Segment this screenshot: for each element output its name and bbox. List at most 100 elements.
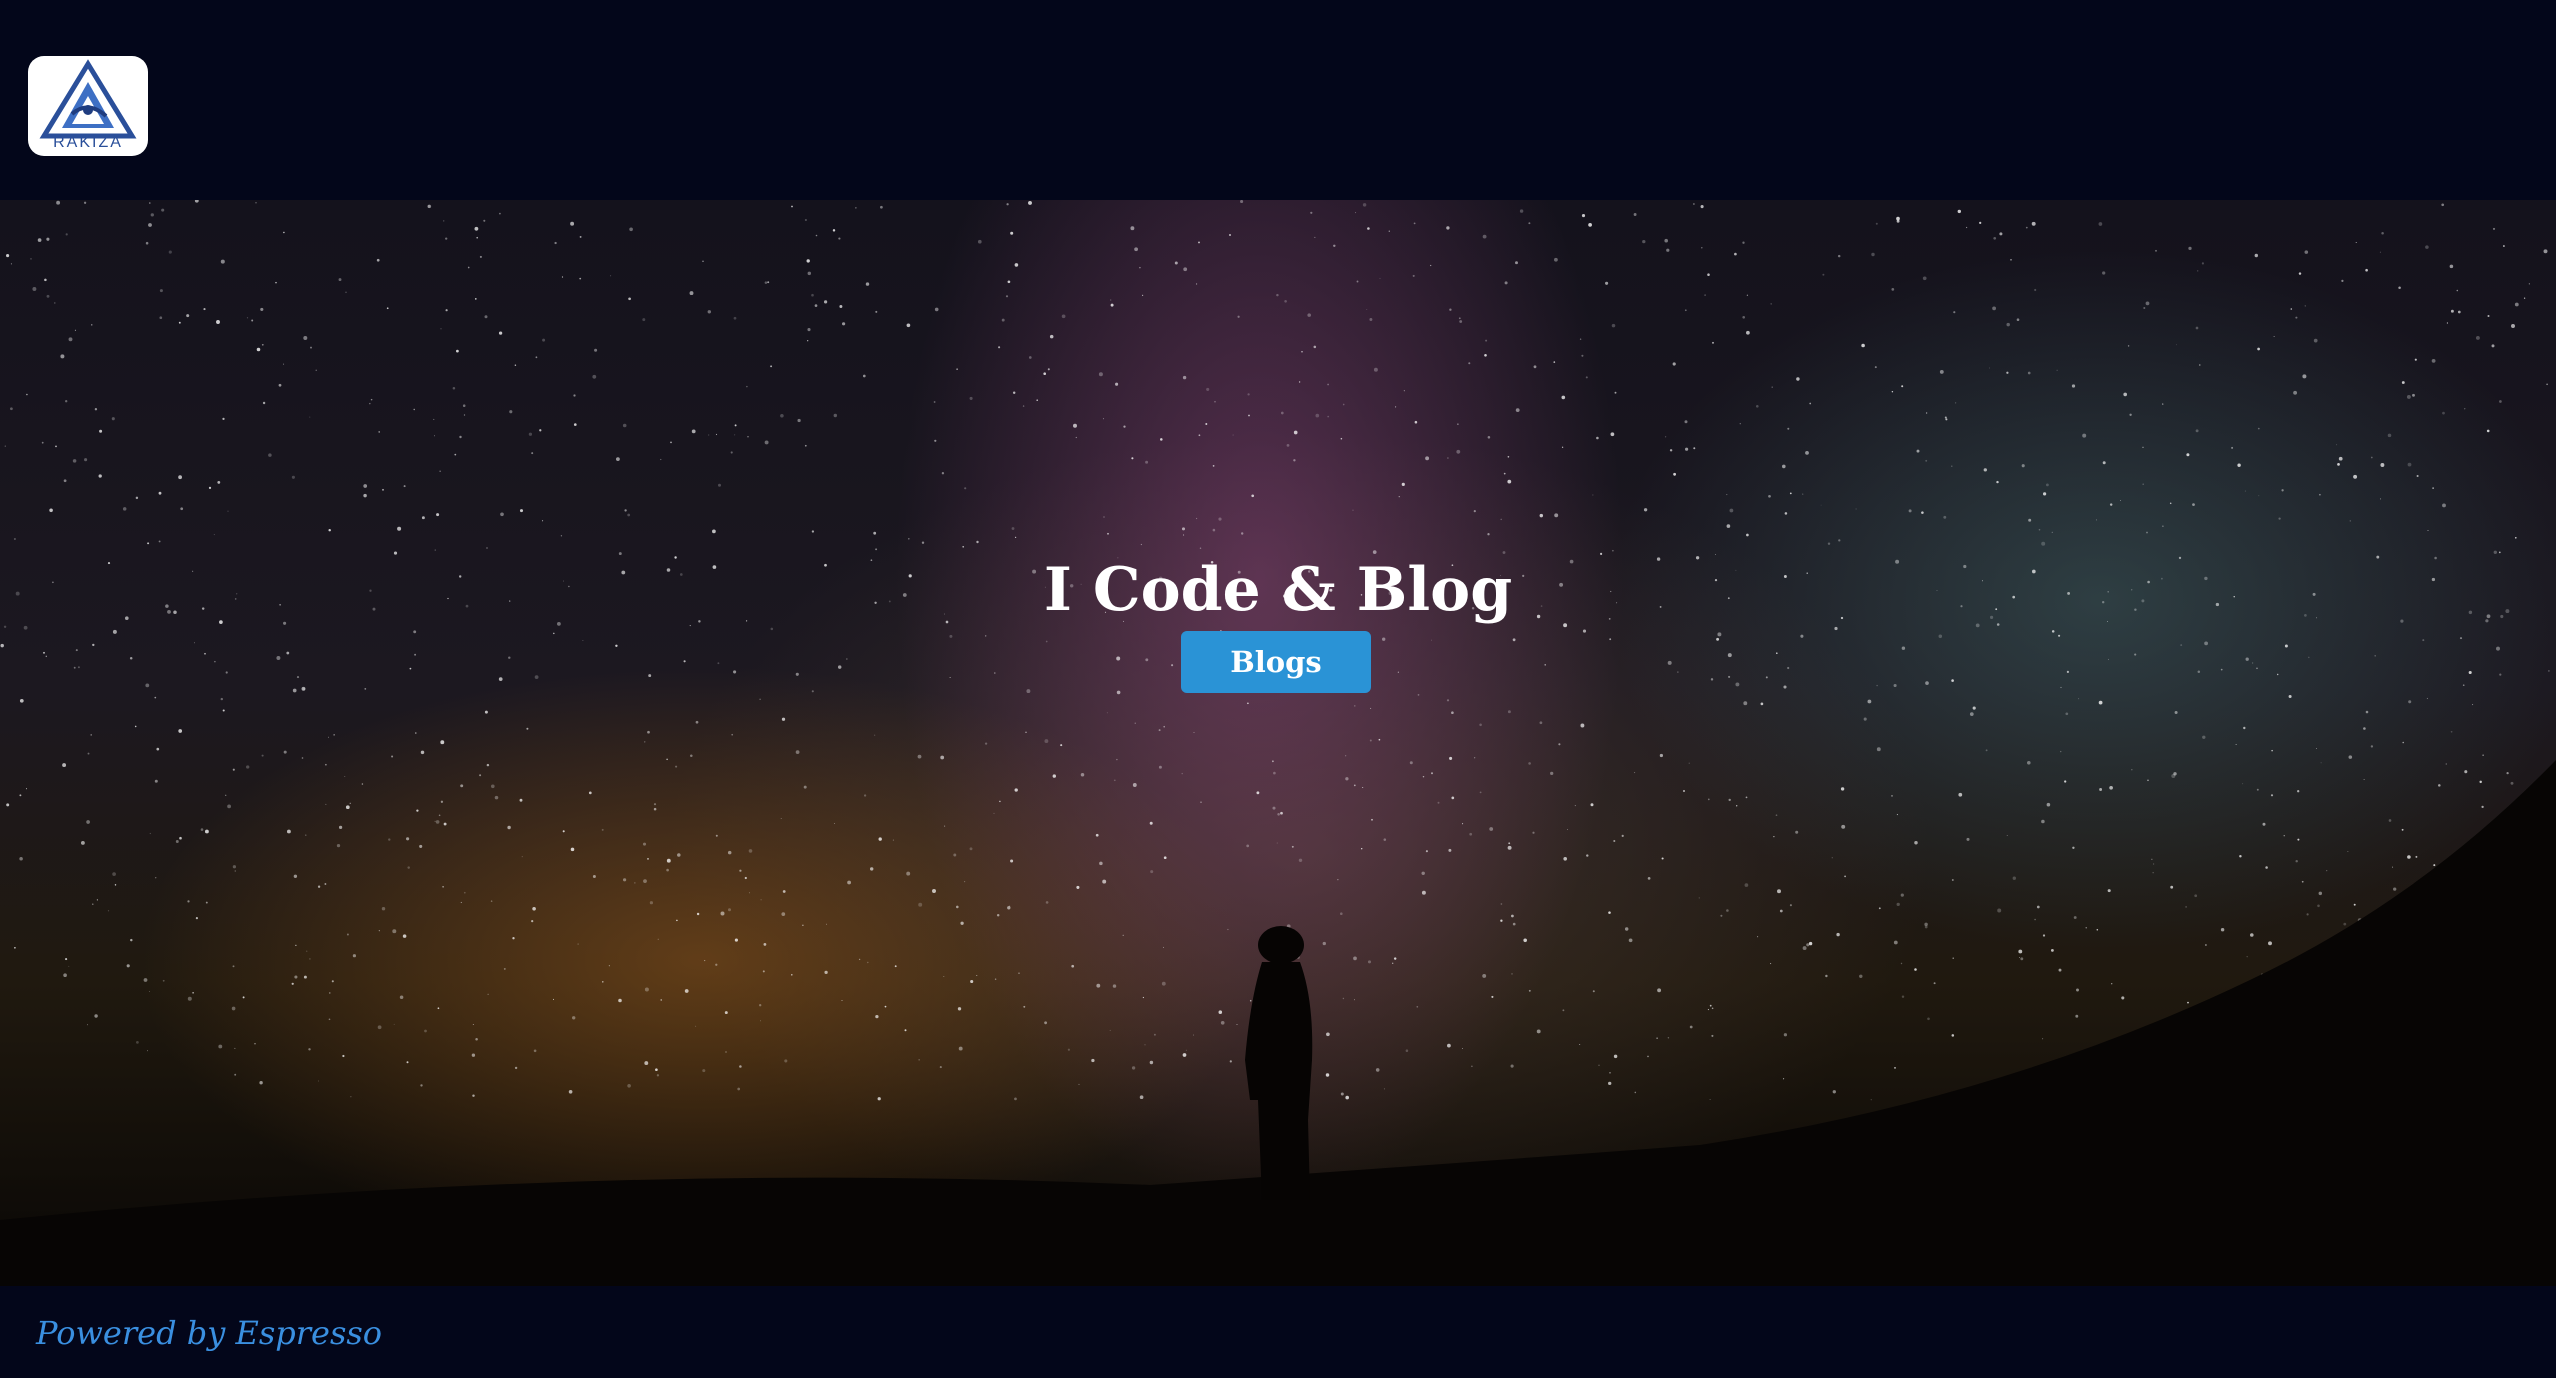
star (309, 958, 311, 960)
star (254, 1043, 256, 1045)
star (386, 307, 389, 310)
star (1140, 543, 1143, 546)
star (1409, 761, 1413, 765)
star (364, 687, 367, 690)
star (532, 907, 536, 911)
star (534, 675, 539, 679)
star (655, 1068, 658, 1072)
star (1158, 765, 1162, 769)
star (993, 812, 995, 814)
star (1972, 706, 1976, 710)
star (1196, 517, 1198, 520)
star (1500, 919, 1503, 922)
star (1355, 212, 1357, 214)
star (232, 865, 237, 869)
star (807, 328, 811, 332)
star (1838, 539, 1841, 542)
star (1471, 1065, 1473, 1068)
star (435, 820, 440, 824)
star (94, 408, 98, 411)
star (147, 542, 150, 545)
star (1284, 300, 1287, 303)
star (1014, 536, 1017, 539)
hero-section: I Code & Blog Blogs (0, 200, 2556, 1286)
star (41, 441, 44, 444)
site-logo[interactable]: RAKIZA (28, 56, 148, 156)
star (1080, 772, 1085, 777)
star (392, 929, 397, 934)
star (666, 868, 669, 872)
star (906, 871, 911, 876)
star (1011, 527, 1015, 530)
star (63, 479, 67, 483)
star (994, 672, 996, 674)
star (1664, 436, 1667, 438)
star (2459, 637, 2463, 640)
star (1272, 760, 1274, 763)
star (192, 992, 194, 994)
star (791, 974, 793, 976)
star (2379, 251, 2381, 253)
star (2006, 371, 2009, 374)
star (1045, 640, 1048, 643)
star (2085, 927, 2087, 929)
star (2235, 744, 2237, 746)
star (14, 946, 16, 949)
star (1726, 909, 1729, 912)
star (317, 1080, 320, 1082)
star (1145, 658, 1149, 662)
star (1310, 211, 1313, 214)
star (2492, 227, 2496, 230)
star (338, 825, 343, 830)
star (301, 757, 304, 759)
star (1693, 447, 1696, 450)
star (305, 834, 307, 836)
star (956, 905, 959, 909)
star (129, 656, 133, 660)
star (602, 981, 604, 983)
star (415, 732, 417, 734)
star (1010, 231, 1014, 235)
star (328, 1018, 331, 1021)
star (1795, 830, 1799, 834)
star (46, 294, 50, 298)
star (1413, 222, 1416, 225)
star (2523, 297, 2526, 299)
star (220, 259, 225, 264)
star (1677, 671, 1679, 673)
star (2336, 444, 2338, 446)
star (336, 843, 341, 848)
star (2431, 359, 2436, 363)
star (1362, 203, 1367, 207)
star (2401, 381, 2405, 384)
star (695, 720, 699, 724)
star (1446, 226, 1450, 230)
star (2464, 770, 2468, 774)
star (1112, 984, 1117, 988)
star (1642, 239, 1646, 244)
star (178, 729, 183, 733)
star (1103, 516, 1105, 518)
star (1028, 356, 1032, 359)
star (1726, 524, 1731, 528)
star (1666, 248, 1670, 252)
blogs-button[interactable]: Blogs (1181, 631, 1371, 693)
star (2107, 658, 2110, 661)
powered-by-link[interactable]: Powered by Espresso (36, 1314, 382, 1352)
star (2486, 429, 2490, 433)
star (1891, 288, 1895, 291)
hero-title: I Code & Blog (1043, 555, 1513, 626)
star (75, 649, 78, 652)
star (1979, 221, 1982, 225)
star (2152, 872, 2154, 874)
star (414, 653, 417, 656)
star (377, 1025, 382, 1030)
star (2202, 735, 2206, 739)
star (1075, 436, 1077, 439)
star (964, 881, 966, 883)
star (932, 889, 936, 893)
star (490, 900, 493, 902)
star (158, 540, 161, 543)
star (60, 354, 65, 359)
star (875, 310, 878, 313)
